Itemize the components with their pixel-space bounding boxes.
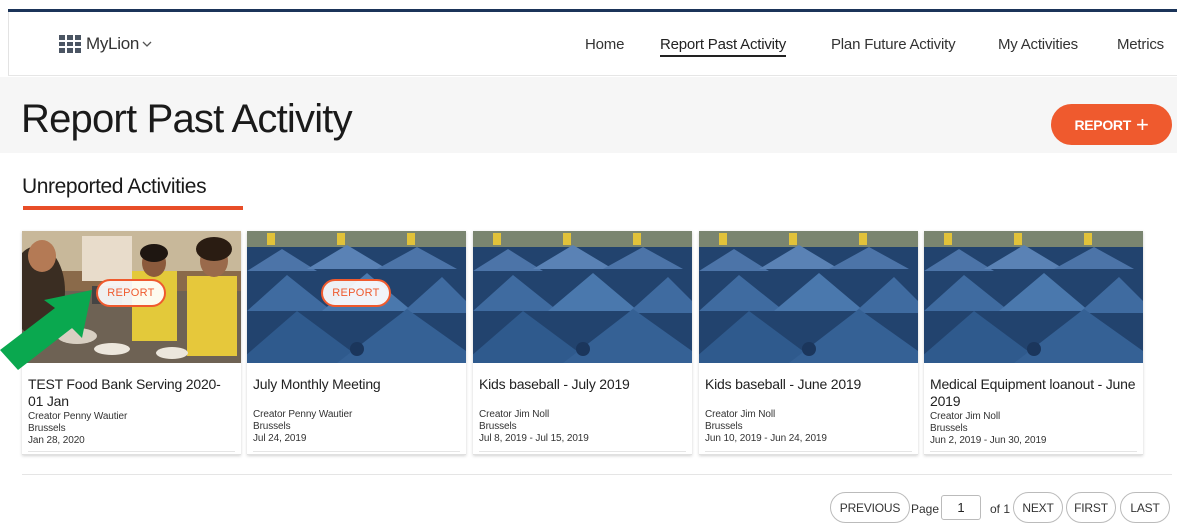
card-date: Jun 2, 2019 - Jun 30, 2019 bbox=[930, 435, 1047, 446]
card-divider bbox=[930, 451, 1137, 452]
top-strip bbox=[0, 0, 1177, 12]
pagination-of-label: of 1 bbox=[990, 502, 1011, 516]
pagination-page-label: Page bbox=[911, 502, 940, 516]
pagination-page-input[interactable] bbox=[941, 495, 981, 520]
nav-home[interactable]: Home bbox=[585, 36, 624, 53]
report-button-label: REPORT bbox=[1074, 116, 1131, 133]
blue-tents-photo bbox=[699, 231, 918, 363]
card-title: Kids baseball - July 2019 bbox=[479, 376, 630, 392]
annotation-arrow-icon bbox=[0, 290, 92, 370]
blue-tents-photo bbox=[473, 231, 692, 363]
card-divider bbox=[28, 451, 235, 452]
card-divider bbox=[253, 451, 460, 452]
card-date: Jul 8, 2019 - Jul 15, 2019 bbox=[479, 433, 589, 444]
pagination-first-button[interactable]: FIRST bbox=[1066, 492, 1116, 523]
pagination-last-button[interactable]: LAST bbox=[1120, 492, 1170, 523]
card-title: Medical Equipment loanout - June 2019 bbox=[930, 376, 1136, 409]
card-date: Jun 10, 2019 - Jun 24, 2019 bbox=[705, 433, 827, 444]
card-title: TEST Food Bank Serving 2020-01 Jan bbox=[28, 376, 221, 409]
main-nav: Home Report Past Activity Plan Future Ac… bbox=[9, 36, 1177, 60]
nav-my-activities[interactable]: My Activities bbox=[998, 36, 1078, 53]
card-location: Brussels bbox=[253, 421, 291, 432]
card-title: July Monthly Meeting bbox=[253, 376, 381, 392]
section-underline bbox=[23, 206, 243, 210]
activity-card[interactable]: REPORT July Monthly Meeting Creator Penn… bbox=[247, 231, 466, 455]
page-title: Report Past Activity bbox=[21, 97, 353, 141]
nav-metrics[interactable]: Metrics bbox=[1117, 36, 1164, 53]
card-location: Brussels bbox=[705, 421, 743, 432]
nav-report-past-activity[interactable]: Report Past Activity bbox=[660, 36, 786, 57]
card-divider bbox=[705, 451, 912, 452]
nav-plan-future-activity[interactable]: Plan Future Activity bbox=[831, 36, 956, 53]
card-location: Brussels bbox=[930, 423, 968, 434]
card-creator: Creator Jim Noll bbox=[479, 409, 550, 420]
card-creator: Creator Penny Wautier bbox=[28, 411, 128, 422]
top-navbar: MyLion Home Report Past Activity Plan Fu… bbox=[8, 12, 1177, 76]
pagination-divider bbox=[22, 474, 1172, 475]
activity-card[interactable]: Kids baseball - June 2019 Creator Jim No… bbox=[699, 231, 918, 455]
pagination-previous-button[interactable]: PREVIOUS bbox=[830, 492, 910, 523]
blue-tents-photo bbox=[924, 231, 1143, 363]
card-creator: Creator Jim Noll bbox=[705, 409, 776, 420]
card-divider bbox=[479, 451, 686, 452]
card-report-button[interactable]: REPORT bbox=[321, 279, 391, 307]
page-header: Report Past Activity REPORT + bbox=[0, 77, 1177, 153]
section-title: Unreported Activities bbox=[22, 175, 207, 198]
report-button[interactable]: REPORT + bbox=[1051, 104, 1172, 145]
card-location: Brussels bbox=[479, 421, 517, 432]
card-creator: Creator Jim Noll bbox=[930, 411, 1001, 422]
activity-card[interactable]: Kids baseball - July 2019 Creator Jim No… bbox=[473, 231, 692, 455]
plus-icon: + bbox=[1135, 111, 1149, 137]
card-location: Brussels bbox=[28, 423, 66, 434]
activity-card[interactable]: Medical Equipment loanout - June 2019 Cr… bbox=[924, 231, 1143, 455]
pagination-next-button[interactable]: NEXT bbox=[1013, 492, 1063, 523]
card-title: Kids baseball - June 2019 bbox=[705, 376, 862, 392]
card-creator: Creator Penny Wautier bbox=[253, 409, 353, 420]
card-date: Jan 28, 2020 bbox=[28, 435, 85, 446]
card-date: Jul 24, 2019 bbox=[253, 433, 307, 444]
blue-tents-photo: REPORT bbox=[247, 231, 466, 363]
